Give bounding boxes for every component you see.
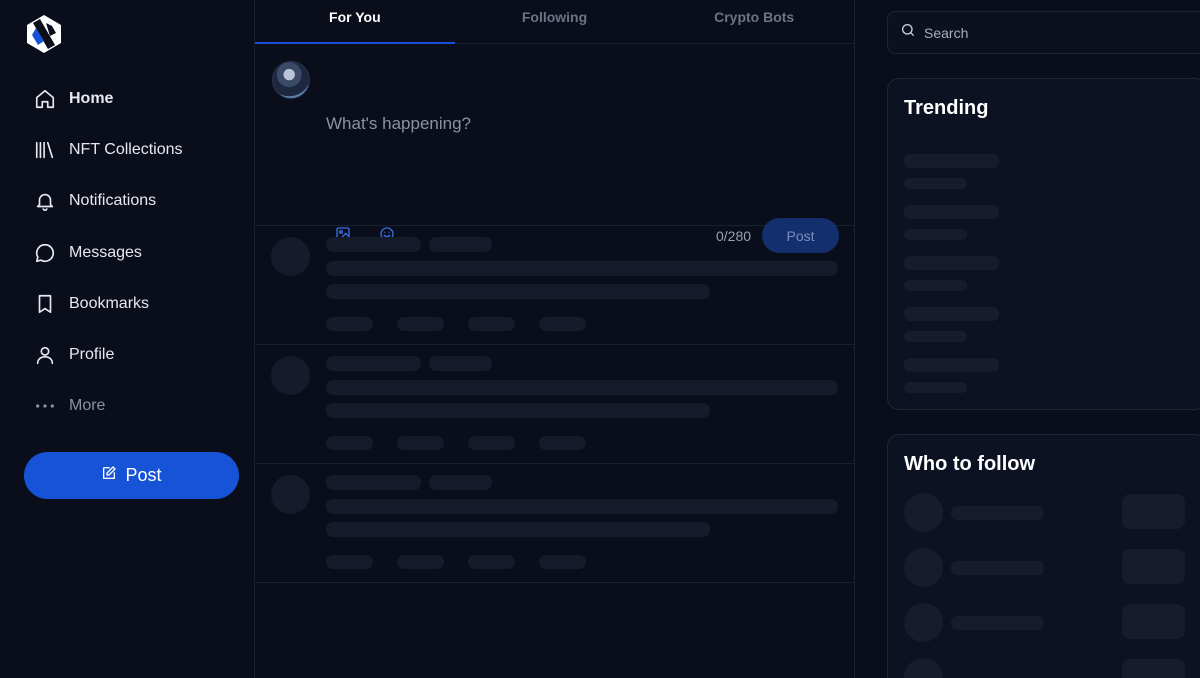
skeleton-avatar [904, 658, 943, 678]
skeleton-line [904, 331, 967, 342]
who-to-follow-panel: Who to follow [887, 434, 1200, 678]
sidebar-item-notifications[interactable]: Notifications [24, 176, 244, 227]
skeleton-button [1122, 494, 1185, 529]
bookmark-icon [34, 293, 56, 315]
sidebar-nav: Home NFT Collections Notifications Messa… [24, 73, 244, 432]
more-icon [34, 395, 56, 417]
skeleton-action [468, 317, 515, 331]
sidebar-item-label: Profile [69, 346, 115, 364]
search-input[interactable] [924, 24, 1174, 41]
sidebar: Home NFT Collections Notifications Messa… [0, 0, 255, 678]
skeleton-action [468, 555, 515, 569]
skeleton-line [951, 506, 1044, 520]
feed-tabs: For You Following Crypto Bots [255, 0, 854, 44]
skeleton-avatar [271, 475, 310, 514]
tab-for-you[interactable]: For You [255, 0, 455, 44]
skeleton-action [539, 436, 586, 450]
sidebar-item-home[interactable]: Home [24, 73, 244, 124]
tab-following[interactable]: Following [455, 0, 655, 43]
skeleton-action [397, 436, 444, 450]
avatar[interactable] [272, 61, 310, 99]
skeleton-line [904, 256, 999, 270]
trending-panel: Trending [887, 78, 1200, 410]
sidebar-item-label: Bookmarks [69, 294, 150, 312]
skeleton-avatar [904, 603, 943, 642]
post-button[interactable]: Post [24, 452, 239, 499]
post-skeleton [255, 464, 854, 583]
skeleton-avatar [904, 493, 943, 532]
skeleton-action [326, 317, 373, 331]
skeleton-line [951, 561, 1044, 575]
skeleton-avatar [271, 237, 310, 276]
skeleton-avatar [904, 548, 943, 587]
sidebar-item-more[interactable]: More [24, 381, 244, 432]
sidebar-item-label: More [69, 397, 106, 415]
user-icon [34, 344, 56, 366]
tab-crypto-bots[interactable]: Crypto Bots [654, 0, 854, 43]
skeleton-action [397, 555, 444, 569]
search-icon [900, 22, 916, 43]
skeleton-line [326, 356, 421, 371]
search-box[interactable] [887, 11, 1200, 54]
skeleton-line [429, 356, 492, 371]
sidebar-item-messages[interactable]: Messages [24, 227, 244, 278]
skeleton-line [904, 154, 999, 168]
edit-icon [101, 465, 117, 486]
skeleton-line [326, 499, 838, 514]
skeleton-line [429, 237, 492, 252]
skeleton-line [326, 237, 421, 252]
skeleton-line [904, 307, 999, 321]
logo-icon[interactable] [24, 14, 64, 54]
skeleton-line [326, 522, 710, 537]
sidebar-item-label: Home [69, 89, 114, 107]
skeleton-line [326, 261, 838, 276]
tab-label: Crypto Bots [714, 9, 795, 25]
skeleton-line [326, 380, 838, 395]
home-icon [34, 88, 56, 110]
skeleton-avatar [271, 356, 310, 395]
main-feed: For You Following Crypto Bots What's hap… [255, 0, 855, 678]
skeleton-button [1122, 659, 1185, 678]
post-composer: What's happening? 0/280 Post [255, 44, 854, 253]
skeleton-line [904, 280, 967, 291]
tab-label: For You [329, 9, 381, 25]
post-button-label: Post [125, 465, 162, 485]
skeleton-line [326, 475, 421, 490]
post-skeleton [255, 345, 854, 464]
sidebar-item-label: Messages [69, 243, 142, 261]
sidebar-item-nft-collections[interactable]: NFT Collections [24, 124, 244, 175]
who-to-follow-title: Who to follow [904, 453, 1036, 475]
skeleton-line [326, 403, 710, 418]
skeleton-line [429, 475, 492, 490]
message-icon [34, 242, 56, 264]
skeleton-line [904, 358, 999, 372]
skeleton-button [1122, 549, 1185, 584]
skeleton-button [1122, 604, 1185, 639]
skeleton-action [539, 317, 586, 331]
post-skeleton [255, 226, 854, 345]
skeleton-line [326, 284, 710, 299]
skeleton-action [539, 555, 586, 569]
skeleton-line [904, 382, 967, 393]
compose-input[interactable]: What's happening? [326, 114, 471, 134]
sidebar-item-label: Notifications [69, 192, 157, 210]
skeleton-line [904, 205, 999, 219]
sidebar-item-bookmarks[interactable]: Bookmarks [24, 278, 244, 329]
skeleton-action [468, 436, 515, 450]
skeleton-line [904, 229, 967, 240]
skeleton-action [326, 555, 373, 569]
skeleton-action [326, 436, 373, 450]
sidebar-item-label: NFT Collections [69, 140, 183, 158]
skeleton-action [397, 317, 444, 331]
bell-icon [34, 190, 56, 212]
sidebar-item-profile[interactable]: Profile [24, 329, 244, 380]
skeleton-line [951, 616, 1044, 630]
tab-label: Following [521, 9, 588, 25]
library-icon [34, 139, 56, 161]
trending-title: Trending [904, 97, 989, 119]
skeleton-line [904, 178, 967, 189]
